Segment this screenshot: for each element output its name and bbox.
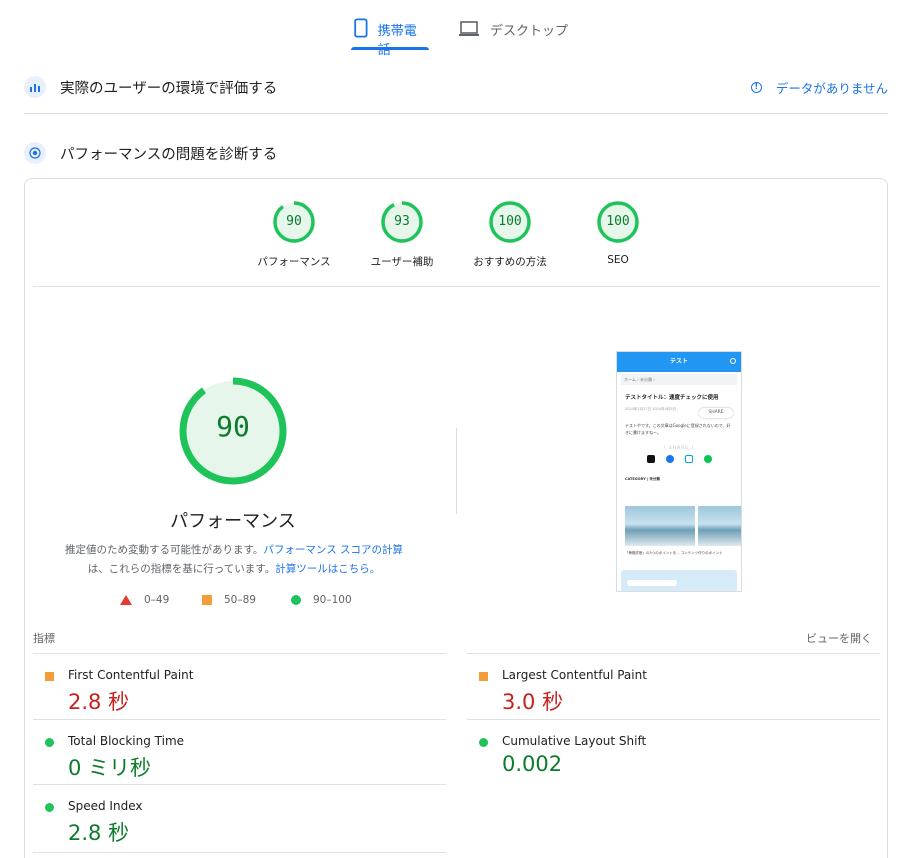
- gauge-label: SEO: [607, 254, 629, 266]
- gauge-score: 93: [394, 214, 410, 229]
- screenshot-share-icons: [617, 455, 741, 463]
- screenshot-breadcrumb: ホーム › 未分類 ›: [621, 374, 737, 385]
- gauge-label: おすすめの方法: [473, 256, 547, 268]
- gauge-label: パフォーマンス: [257, 256, 331, 268]
- square-icon: [202, 595, 212, 605]
- gauge-accessibility[interactable]: 93 ユーザー補助: [352, 200, 452, 269]
- section-divider: [24, 113, 888, 114]
- screenshot-thumbnails: [625, 506, 741, 546]
- metrics-label: 指標: [33, 632, 55, 645]
- tab-mobile-label: 携帯電話: [377, 24, 417, 58]
- metric-lcp: Largest Contentful Paint 3.0 秒: [467, 658, 867, 718]
- thumbnail-image: [698, 506, 741, 546]
- metric-name: Total Blocking Time: [68, 734, 185, 748]
- desc-text-2: は、これらの指標を基に行っています。: [87, 563, 276, 575]
- metric-tbt: Total Blocking Time 0 ミリ秒: [33, 724, 433, 784]
- gauge-label: ユーザー補助: [370, 256, 434, 268]
- field-data-title: 実際のユーザーの環境で評価する: [60, 80, 278, 97]
- triangle-icon: [120, 595, 132, 605]
- desc-text-1: 推定値のため変動する可能性があります。: [64, 544, 264, 556]
- metric-value: 3.0 秒: [502, 690, 564, 714]
- performance-description: 推定値のため変動する可能性があります。パフォーマンス スコアの計算 は、これらの…: [50, 541, 418, 579]
- metric-divider: [33, 852, 446, 853]
- field-data-header[interactable]: 実際のユーザーの環境で評価する ! データがありません: [24, 70, 888, 104]
- screenshot-captions: 「骨格診断」の5つのポイントを... コンテンツ作りのポイント: [625, 551, 723, 555]
- legend-poor-label: 0–49: [144, 594, 170, 606]
- legend-good-label: 90–100: [313, 594, 352, 606]
- legend-average-label: 50–89: [224, 594, 256, 606]
- gauge-seo[interactable]: 100 SEO: [568, 200, 668, 266]
- facebook-icon: [665, 455, 674, 463]
- vertical-separator: [456, 428, 457, 514]
- screenshot-body: テストやです。この文章はGoogleに登録されないので、好きに書けますねー。: [625, 423, 731, 435]
- average-square-icon: [45, 672, 54, 681]
- lab-data-title: パフォーマンスの問題を診断する: [60, 146, 278, 163]
- screenshot-header: テスト: [617, 352, 741, 372]
- metric-divider: [467, 719, 880, 720]
- metric-name: Largest Contentful Paint: [502, 668, 647, 682]
- gauge-score: 100: [498, 214, 522, 229]
- tab-desktop[interactable]: デスクトップ: [458, 14, 568, 50]
- metric-value: 0.002: [502, 752, 563, 776]
- active-tab-indicator: [351, 47, 429, 50]
- metric-value: 2.8 秒: [68, 821, 130, 845]
- metric-divider: [467, 653, 880, 654]
- search-icon: [730, 358, 736, 364]
- good-circle-icon: [479, 738, 488, 747]
- gauge-score: 100: [606, 214, 630, 229]
- screenshot-footer-box: [621, 570, 737, 591]
- screenshot-category: CATEGORY | 未分類: [625, 477, 660, 481]
- metric-name: First Contentful Paint: [68, 668, 194, 682]
- legend-good: 90–100: [291, 594, 352, 606]
- x-icon: [646, 455, 655, 463]
- phone-icon: [354, 18, 368, 38]
- info-icon: !: [750, 82, 762, 93]
- average-square-icon: [479, 672, 488, 681]
- metric-value: 2.8 秒: [68, 690, 130, 714]
- line-icon: [703, 455, 712, 463]
- metric-name: Speed Index: [68, 799, 143, 813]
- score-calc-link[interactable]: パフォーマンス スコアの計算: [263, 544, 403, 556]
- metric-si: Speed Index 2.8 秒: [33, 789, 433, 849]
- metric-value: 0 ミリ秒: [68, 756, 152, 780]
- metric-name: Cumulative Layout Shift: [502, 734, 647, 748]
- metric-divider: [33, 653, 446, 654]
- thumbnail-image: [625, 506, 695, 546]
- device-tabs: 携帯電話 デスクトップ: [0, 0, 908, 58]
- performance-score: 90: [216, 410, 250, 443]
- metric-fcp: First Contentful Paint 2.8 秒: [33, 658, 433, 718]
- screenshot-header-title: テスト: [669, 358, 688, 365]
- page-screenshot[interactable]: テスト ホーム › 未分類 › テストタイトル：速度チェックに使用 2024年2…: [616, 351, 742, 592]
- expand-view-toggle[interactable]: ビューを開く: [806, 630, 872, 646]
- gauge-performance[interactable]: 90 パフォーマンス: [244, 200, 344, 269]
- laptop-icon: [459, 21, 479, 36]
- tab-mobile[interactable]: 携帯電話: [351, 14, 429, 58]
- lab-data-header: パフォーマンスの問題を診断する: [24, 136, 888, 170]
- gauges-divider: [33, 286, 880, 287]
- good-circle-icon: [45, 738, 54, 747]
- gauge-score: 90: [286, 214, 302, 229]
- score-gauges: 90 パフォーマンス 93 ユーザー補助 100 おすすめの方法 100 SEO: [230, 200, 650, 280]
- performance-title: パフォーマンス: [170, 511, 296, 532]
- tab-desktop-label: デスクトップ: [490, 24, 569, 39]
- diagnose-icon: [24, 142, 46, 164]
- metric-cls: Cumulative Layout Shift 0.002: [467, 724, 867, 784]
- gauge-best-practices[interactable]: 100 おすすめの方法: [460, 200, 560, 269]
- no-data-notice[interactable]: ! データがありません: [750, 78, 888, 97]
- screenshot-share-button: SHARE: [699, 408, 733, 418]
- screenshot-title: テストタイトル：速度チェックに使用: [625, 395, 719, 401]
- legend-average: 50–89: [202, 594, 256, 606]
- circle-icon: [291, 595, 301, 605]
- no-data-label: データがありません: [775, 81, 888, 96]
- metric-divider: [33, 784, 446, 785]
- good-circle-icon: [45, 803, 54, 812]
- metric-divider: [33, 719, 446, 720]
- calculator-link[interactable]: 計算ツールはこちら。: [275, 563, 380, 575]
- hatena-icon: [684, 455, 693, 463]
- screenshot-share-heading: \ SHARE /: [663, 446, 695, 451]
- legend-poor: 0–49: [120, 594, 169, 606]
- users-chart-icon: [24, 76, 46, 98]
